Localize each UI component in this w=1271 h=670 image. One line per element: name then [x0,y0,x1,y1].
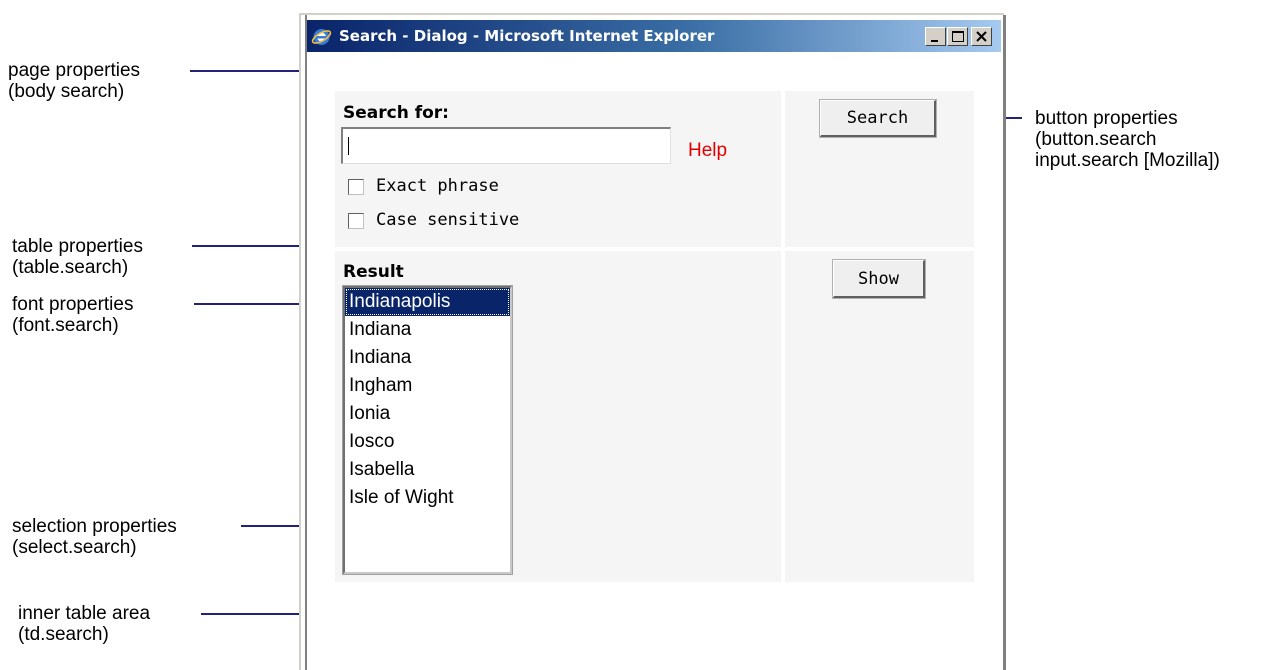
maximize-button[interactable] [947,27,968,46]
annotation-font-line2: (font.search) [12,315,119,336]
annotation-selection: selection properties (select.search) [12,516,177,558]
annotation-table: table properties (table.search) [12,236,143,278]
search-input[interactable] [341,127,671,164]
help-link[interactable]: Help [688,140,727,162]
list-item[interactable]: Isle of Wight [345,484,510,512]
table-cell-show-button [785,251,974,582]
annotation-button-line3: input.search [Mozilla]) [1035,150,1220,171]
annotation-inner-line1: inner table area [18,603,151,624]
list-item[interactable]: Ionia [345,400,510,428]
maximize-icon [952,31,964,42]
close-button[interactable] [971,27,992,46]
case-sensitive-label: Case sensitive [376,210,520,230]
annotation-button: button properties (button.search input.s… [1035,108,1220,171]
result-select-list[interactable]: Indianapolis Indiana Indiana Ingham Ioni… [342,285,513,575]
annotation-font: font properties (font.search) [12,294,133,336]
annotation-font-line1: font properties [12,294,134,315]
close-icon [976,31,987,42]
title-bar[interactable]: Search - Dialog - Microsoft Internet Exp… [307,20,1001,52]
list-item[interactable]: Ingham [345,372,510,400]
search-button[interactable]: Search [819,99,937,138]
internet-explorer-icon [311,29,332,45]
case-sensitive-checkbox[interactable] [348,213,364,229]
window-title: Search - Dialog - Microsoft Internet Exp… [339,27,715,45]
text-caret [348,137,349,155]
list-item[interactable]: Indiana [345,316,510,344]
search-for-label: Search for: [343,103,449,123]
list-item[interactable]: Isabella [345,456,510,484]
minimize-icon [931,40,938,42]
annotation-inner-line2: (td.search) [18,624,109,645]
annotation-page: page properties (body search) [8,60,140,102]
show-button[interactable]: Show [832,259,926,299]
annotation-button-line2: (button.search [1035,129,1157,150]
annotation-table-line2: (table.search) [12,257,129,278]
list-item[interactable]: Indiana [345,344,510,372]
annotation-page-line2: (body search) [8,81,125,102]
list-item[interactable]: Iosco [345,428,510,456]
exact-phrase-checkbox[interactable] [348,179,364,195]
annotation-selection-line1: selection properties [12,516,177,537]
annotation-button-line1: button properties [1035,108,1178,129]
annotation-page-line1: page properties [8,60,141,81]
annotation-inner: inner table area (td.search) [18,603,150,645]
minimize-button[interactable] [925,27,946,46]
result-label: Result [343,262,404,282]
annotation-selection-line2: (select.search) [12,537,137,558]
list-item[interactable]: Indianapolis [345,288,510,316]
exact-phrase-label: Exact phrase [376,176,499,196]
annotation-table-line1: table properties [12,236,143,257]
